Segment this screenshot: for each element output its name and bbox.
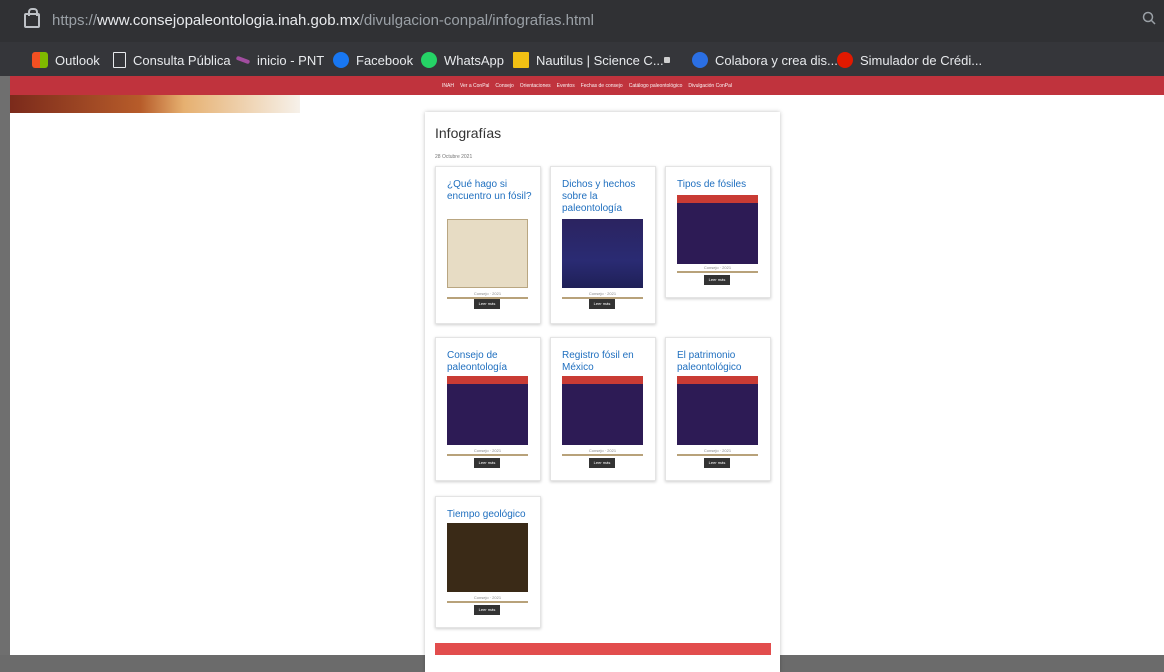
- document-icon: [113, 52, 126, 68]
- card-meta: Consejo · 2021: [473, 291, 502, 296]
- nav-divulgacion[interactable]: Divulgación ConPal: [688, 83, 732, 89]
- nav-inah[interactable]: INAH: [442, 83, 454, 89]
- nav-eventos[interactable]: Eventos: [557, 83, 575, 89]
- bookmarks-bar: Outlook Consulta Pública inicio - PNT Fa…: [0, 42, 1164, 76]
- infographic-image[interactable]: [562, 219, 643, 288]
- url-text[interactable]: https://www.consejopaleontologia.inah.go…: [52, 12, 594, 29]
- read-more-button[interactable]: Leer más: [589, 299, 615, 309]
- nav-fechas[interactable]: Fechas de consejo: [581, 83, 623, 89]
- microsoft-icon: [32, 52, 48, 68]
- read-more-button[interactable]: Leer más: [474, 299, 500, 309]
- infographic-image[interactable]: [447, 219, 528, 288]
- bookmark-unnamed[interactable]: [664, 51, 677, 69]
- bookmark-simulador[interactable]: Simulador de Crédi...: [837, 51, 982, 69]
- infographic-image[interactable]: [677, 376, 758, 445]
- canva-icon: [692, 52, 708, 68]
- read-more-button[interactable]: Leer más: [589, 458, 615, 468]
- card-meta: Consejo · 2021: [703, 448, 732, 453]
- lock-icon: [24, 8, 40, 28]
- site-navbar: INAH Ver a ConPal Consejo Orientaciones …: [10, 76, 1164, 95]
- page-title: Infografías: [435, 125, 502, 141]
- infographic-image[interactable]: [447, 376, 528, 445]
- infographic-image[interactable]: [447, 523, 528, 592]
- bookmark-nautilus[interactable]: Nautilus | Science C...: [513, 51, 664, 69]
- card-meta: Consejo · 2021: [703, 265, 732, 270]
- infographic-image[interactable]: [677, 195, 758, 264]
- publish-date: 28 Octubre 2021: [435, 154, 473, 160]
- card-meta: Consejo · 2021: [473, 448, 502, 453]
- whatsapp-icon: [421, 52, 437, 68]
- read-more-button[interactable]: Leer más: [474, 458, 500, 468]
- pnt-icon: [235, 55, 251, 65]
- card-title[interactable]: El patrimonio paleontológico: [677, 350, 765, 374]
- card-divider: [677, 454, 758, 456]
- bookmark-whatsapp[interactable]: WhatsApp: [421, 51, 504, 69]
- bookmark-pnt[interactable]: inicio - PNT: [235, 51, 324, 69]
- card-title[interactable]: Tipos de fósiles: [677, 179, 765, 191]
- card-title[interactable]: Tiempo geológico: [447, 509, 535, 521]
- pagination-bar[interactable]: [435, 643, 771, 655]
- card-title[interactable]: Registro fósil en México: [562, 350, 650, 374]
- card-meta: Consejo · 2021: [588, 291, 617, 296]
- nav-conpal[interactable]: Ver a ConPal: [460, 83, 489, 89]
- bookmark-consulta-publica[interactable]: Consulta Pública: [113, 51, 231, 69]
- card-title[interactable]: Consejo de paleontología: [447, 350, 535, 374]
- nav-catalogo[interactable]: Catálogo paleontológico: [629, 83, 683, 89]
- card-meta: Consejo · 2021: [473, 595, 502, 600]
- infographic-card[interactable]: Tipos de fósiles Consejo · 2021 Leer más: [665, 166, 771, 298]
- infographic-card[interactable]: Dichos y hechos sobre la paleontología C…: [550, 166, 656, 324]
- infographic-image[interactable]: [562, 376, 643, 445]
- red-dot-icon: [837, 52, 853, 68]
- infographic-card[interactable]: Consejo de paleontología Consejo · 2021 …: [435, 337, 541, 481]
- infographic-card[interactable]: ¿Qué hago si encuentro un fósil? Consejo…: [435, 166, 541, 324]
- read-more-button[interactable]: Leer más: [704, 458, 730, 468]
- nav-consejo[interactable]: Consejo: [495, 83, 513, 89]
- card-divider: [447, 601, 528, 603]
- card-divider: [562, 454, 643, 456]
- address-bar[interactable]: https://www.consejopaleontologia.inah.go…: [0, 0, 1164, 42]
- infographic-card[interactable]: Registro fósil en México Consejo · 2021 …: [550, 337, 656, 481]
- read-more-button[interactable]: Leer más: [474, 605, 500, 615]
- card-meta: Consejo · 2021: [588, 448, 617, 453]
- zoom-icon[interactable]: [1142, 11, 1156, 25]
- infographic-card[interactable]: Tiempo geológico Consejo · 2021 Leer más: [435, 496, 541, 628]
- card-divider: [447, 454, 528, 456]
- grid-icon: [664, 57, 670, 63]
- window-edge: [0, 76, 10, 655]
- card-title[interactable]: Dichos y hechos sobre la paleontología: [562, 179, 650, 215]
- nav-orientaciones[interactable]: Orientaciones: [520, 83, 551, 89]
- bookmark-facebook[interactable]: Facebook: [333, 51, 413, 69]
- nautilus-icon: [513, 52, 529, 68]
- bookmark-canva[interactable]: Colabora y crea dis...: [692, 51, 838, 69]
- facebook-icon: [333, 52, 349, 68]
- read-more-button[interactable]: Leer más: [704, 275, 730, 285]
- card-title[interactable]: ¿Qué hago si encuentro un fósil?: [447, 179, 535, 203]
- bookmark-outlook[interactable]: Outlook: [32, 51, 100, 69]
- card-divider: [677, 271, 758, 273]
- infographic-card[interactable]: El patrimonio paleontológico Consejo · 2…: [665, 337, 771, 481]
- site-banner: [10, 95, 300, 113]
